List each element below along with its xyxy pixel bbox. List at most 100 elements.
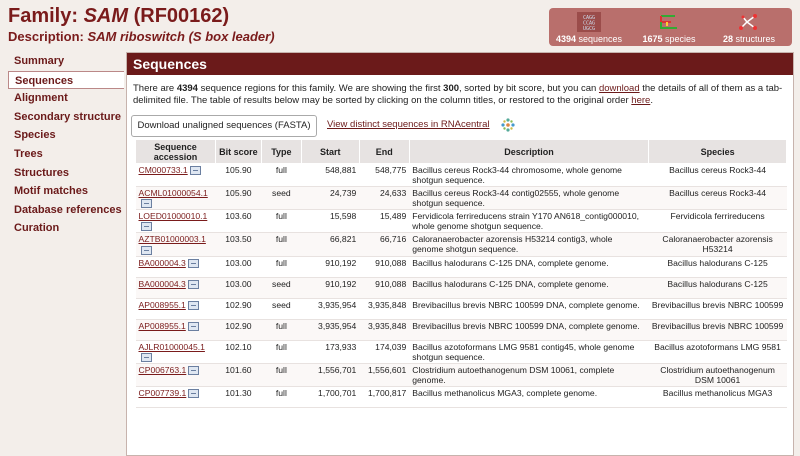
sequence-view-icon[interactable] (140, 222, 152, 232)
cell-description: Bacillus halodurans C-125 DNA, complete … (409, 277, 649, 299)
sequence-view-icon[interactable] (140, 245, 152, 255)
sidebar-item-sequences[interactable]: Sequences (8, 70, 124, 90)
cell-accession: CP006763.1 (135, 363, 216, 387)
sequences-table: Sequence accession Bit score Type Start … (135, 139, 787, 408)
cell-end: 910,088 (359, 256, 410, 278)
sequence-view-icon[interactable] (189, 166, 201, 176)
cell-start: 910,192 (301, 277, 360, 299)
accession-link[interactable]: ACML01000054.1 (139, 188, 208, 198)
sequence-view-icon[interactable] (140, 352, 152, 362)
sidebar-item-motif-matches[interactable]: Motif matches (8, 182, 124, 201)
accession-link[interactable]: BA000004.3 (139, 279, 186, 289)
sequence-view-icon[interactable] (188, 366, 200, 376)
rnacentral-link[interactable]: View distinct sequences in RNAcentral (327, 119, 489, 130)
table-row: BA000004.3 103.00 full 910,192 910,088 Bacill… (135, 256, 787, 278)
cell-accession: AZTB01000003.1 (135, 232, 216, 257)
accession-link[interactable]: CP007739.1 (139, 388, 187, 398)
cell-end: 548,775 (359, 163, 410, 187)
family-title: Family: SAM (RF00162) (8, 5, 230, 27)
cell-accession: ACML01000054.1 (135, 186, 216, 211)
table-row: LOED01000010.1 103.60 full 15,598 15,489 Ferv… (135, 209, 787, 234)
table-row: CP006763.1 101.60 full 1,556,701 1,556,601 Cl… (135, 363, 787, 387)
restore-order-link[interactable]: here (631, 95, 650, 106)
family-name: SAM (83, 5, 129, 27)
cell-type: full (261, 319, 302, 341)
accession-link[interactable]: CM000733.1 (139, 165, 188, 175)
cell-end: 3,935,848 (359, 298, 410, 320)
cell-description: Brevibacillus brevis NBRC 100599 DNA, co… (409, 319, 649, 341)
cell-bit-score: 103.60 (215, 209, 262, 234)
accession-link[interactable]: CP006763.1 (139, 365, 187, 375)
stat-sequences[interactable]: CAGG CCAG UGCG 4394 sequences (549, 8, 629, 46)
sidebar-item-structures[interactable]: Structures (8, 164, 124, 183)
sequence-view-icon[interactable] (188, 389, 200, 399)
cell-end: 1,556,601 (359, 363, 410, 387)
cell-accession: BA000004.3 (135, 256, 216, 278)
intro-text: There are 4394 sequence regions for this… (133, 83, 783, 106)
sidebar-item-species[interactable]: Species (8, 126, 124, 145)
cell-bit-score: 102.90 (215, 298, 262, 320)
col-header-description[interactable]: Description (408, 139, 650, 164)
sidebar-item-trees[interactable]: Trees (8, 145, 124, 164)
accession-link[interactable]: AP008955.1 (139, 321, 186, 331)
sequence-view-icon[interactable] (187, 279, 199, 289)
table-row: CM000733.1 105.90 full 548,881 548,775 Bacill… (135, 163, 787, 187)
cell-type: seed (261, 186, 302, 211)
sequence-view-icon[interactable] (187, 300, 199, 310)
cell-type: full (261, 363, 302, 387)
cell-species: Clostridium autoethanogenum DSM 10061 (648, 363, 787, 387)
stats-box: CAGG CCAG UGCG 4394 sequences 1675 speci… (549, 8, 792, 46)
col-header-bit-score[interactable]: Bit score (214, 139, 262, 164)
cell-accession: AJLR01000045.1 (135, 340, 216, 364)
col-header-type[interactable]: Type (260, 139, 302, 164)
download-fasta-button[interactable]: Download unaligned sequences (FASTA) (131, 115, 317, 137)
sidebar-item-curation[interactable]: Curation (8, 219, 124, 238)
sidebar-item-secondary-structure[interactable]: Secondary structure (8, 108, 124, 127)
cell-species: Bacillus methanolicus MGA3 (648, 386, 787, 408)
cell-bit-score: 102.90 (215, 319, 262, 341)
sequence-view-icon[interactable] (187, 321, 199, 331)
stat-species[interactable]: 1675 species (629, 8, 709, 46)
cell-accession: CP007739.1 (135, 386, 216, 408)
sidebar-item-summary[interactable]: Summary (8, 52, 124, 71)
col-header-end[interactable]: End (358, 139, 410, 164)
cell-accession: CM000733.1 (135, 163, 216, 187)
sequence-view-icon[interactable] (140, 199, 152, 209)
col-header-species[interactable]: Species (648, 139, 787, 164)
sidebar-item-database-references[interactable]: Database references (8, 201, 124, 220)
cell-type: full (261, 340, 302, 364)
cell-start: 910,192 (301, 256, 360, 278)
accession-link[interactable]: AZTB01000003.1 (139, 234, 206, 244)
sidebar: Summary Sequences Alignment Secondary st… (8, 52, 124, 238)
cell-description: Bacillus halodurans C-125 DNA, complete … (409, 256, 649, 278)
table-row: AP008955.1 102.90 full 3,935,954 3,935,848 Br… (135, 319, 787, 341)
cell-end: 174,039 (359, 340, 410, 364)
download-link[interactable]: download (599, 83, 640, 94)
family-header: Family: SAM (RF00162) Description: SAM r… (8, 4, 548, 48)
sidebar-item-alignment[interactable]: Alignment (8, 89, 124, 108)
cell-species: Bacillus halodurans C-125 (648, 256, 787, 278)
cell-start: 548,881 (301, 163, 360, 187)
cell-species: Fervidicola ferrireducens (648, 209, 787, 234)
cell-bit-score: 101.30 (215, 386, 262, 408)
structures-icon (737, 12, 761, 34)
sequences-panel: Sequences There are 4394 sequence region… (126, 52, 794, 456)
cell-description: Brevibacillus brevis NBRC 100599 DNA, co… (409, 298, 649, 320)
accession-link[interactable]: AJLR01000045.1 (139, 342, 205, 352)
cell-start: 24,739 (301, 186, 360, 211)
cell-species: Bacillus cereus Rock3-44 (648, 186, 787, 211)
accession-link[interactable]: AP008955.1 (139, 300, 186, 310)
cell-end: 910,088 (359, 277, 410, 299)
sequence-view-icon[interactable] (187, 258, 199, 268)
accession-link[interactable]: BA000004.3 (139, 258, 186, 268)
stat-structures[interactable]: 28 structures (709, 8, 789, 46)
cell-description: Bacillus cereus Rock3-44 chromosome, who… (409, 163, 649, 187)
sequences-icon: CAGG CCAG UGCG (577, 12, 601, 34)
svg-text:UGCG: UGCG (583, 26, 595, 32)
col-header-accession[interactable]: Sequence accession (135, 139, 216, 164)
cell-type: full (261, 163, 302, 187)
accession-link[interactable]: LOED01000010.1 (139, 211, 208, 221)
col-header-start[interactable]: Start (300, 139, 360, 164)
cell-bit-score: 103.00 (215, 277, 262, 299)
table-row: AP008955.1 102.90 seed 3,935,954 3,935,848 Br… (135, 298, 787, 320)
